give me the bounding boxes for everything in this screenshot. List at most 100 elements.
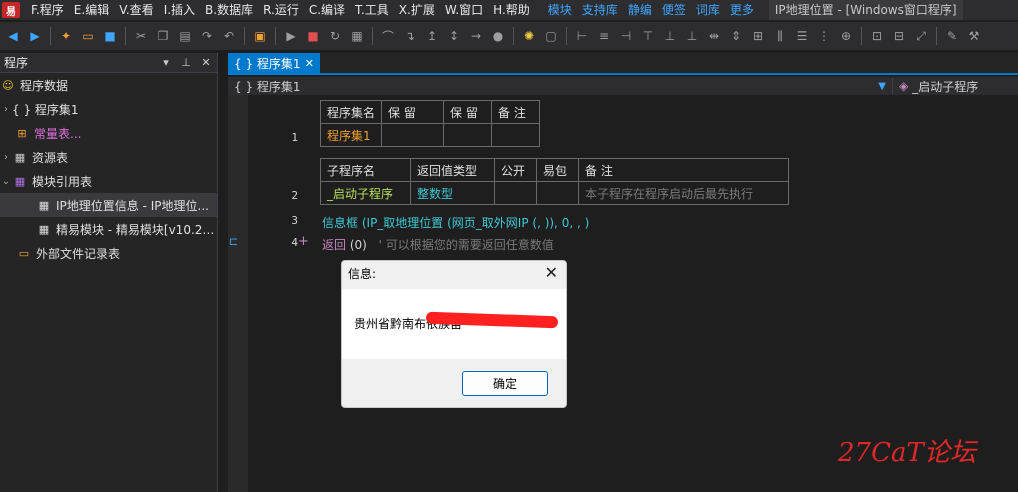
chevron-down-icon[interactable]: ▼ [878,81,886,92]
editor-tab-strip: { } 程序集1 ✕ [228,53,1018,75]
return-type-cell[interactable]: 整数型 [410,181,495,205]
menu-window[interactable]: W.窗口 [440,0,488,20]
tree-item-external-files[interactable]: ▭ 外部文件记录表 [0,241,217,265]
table-cell[interactable] [381,123,445,147]
chevron-down-icon[interactable]: ⌄ [0,176,12,187]
align-left-icon[interactable]: ⊢ [573,27,591,45]
browse-folder-icon[interactable]: ▣ [251,27,269,45]
menu-tools[interactable]: T.工具 [350,0,394,20]
line-number: 4 [291,236,298,249]
tools-icon[interactable]: ⚒ [965,27,983,45]
grid-icon[interactable]: ⊡ [868,27,886,45]
build-icon[interactable]: ▦ [348,27,366,45]
window-icon[interactable]: ▢ [542,27,560,45]
menu-compile[interactable]: C.编译 [304,0,350,20]
link-modules[interactable]: 模块 [543,0,577,20]
run-icon[interactable]: ▶ [282,27,300,45]
fullscreen-icon[interactable]: ⤢ [912,27,930,45]
menu-database[interactable]: B.数据库 [200,0,258,20]
tab-assembly[interactable]: { } 程序集1 ✕ [228,53,320,73]
chevron-right-icon[interactable]: › [0,152,12,163]
pin-icon[interactable]: ⊥ [179,56,193,69]
forward-icon[interactable]: ▶ [26,27,44,45]
link-more[interactable]: 更多 [725,0,759,20]
align-middle-icon[interactable]: ⊥ [661,27,679,45]
layout-icon[interactable]: ⊟ [890,27,908,45]
assembly-name-cell[interactable]: 程序集1 [319,123,383,147]
open-folder-icon[interactable]: ▭ [79,27,97,45]
redo-icon[interactable]: ↷ [198,27,216,45]
comment-cell[interactable]: 本子程序在程序启动后最先执行 [578,181,789,205]
same-width-icon[interactable]: ⇹ [705,27,723,45]
step-over-icon[interactable]: ⌒ [379,27,397,45]
align-top-icon[interactable]: ⊤ [639,27,657,45]
new-file-icon[interactable]: ✦ [57,27,75,45]
stop-icon[interactable]: ■ [304,27,322,45]
toolbar-divider [513,27,514,45]
step-into-icon[interactable]: ↴ [401,27,419,45]
menu-edit[interactable]: E.编辑 [69,0,114,20]
menu-extensions[interactable]: X.扩展 [394,0,440,20]
h-spacing-icon[interactable]: ⫼ [771,27,789,45]
link-lexicon[interactable]: 词库 [691,0,725,20]
arrow-right-icon[interactable]: → [467,27,485,45]
code-line-4[interactable]: 返回 (0) ' 可以根据您的需要返回任意数值 [322,236,554,253]
table-cell[interactable] [494,181,537,205]
tree-item-ip-module[interactable]: ▦ IP地理位置信息 - IP地理位... [0,193,217,217]
close-icon[interactable]: ✕ [305,57,314,70]
close-icon[interactable]: ✕ [199,56,213,69]
link-static-compile[interactable]: 静编 [623,0,657,20]
lightbulb-icon[interactable]: ✺ [520,27,538,45]
step-out-icon[interactable]: ↥ [423,27,441,45]
save-icon[interactable]: ■ [101,27,119,45]
subroutine-name-cell[interactable]: _启动子程序 [320,181,411,205]
tree-item-resources[interactable]: › ▦ 资源表 [0,145,217,169]
v-spacing-icon[interactable]: ☰ [793,27,811,45]
toolbar-divider [861,27,862,45]
run-to-cursor-icon[interactable]: ↕ [445,27,463,45]
align-bottom-icon[interactable]: ⊥ [683,27,701,45]
menu-help[interactable]: H.帮助 [488,0,535,20]
dialog-body: 贵州省黔南布依族苗 [342,289,566,359]
menu-run[interactable]: R.运行 [258,0,304,20]
table-header: 保 留 [443,100,493,124]
chevron-right-icon[interactable]: › [0,104,12,115]
code-line-3[interactable]: 信息框 (IP_取地理位置 (网页_取外网IP (, )), 0, , ) [322,214,589,231]
copy-icon[interactable]: ❐ [154,27,172,45]
same-size-icon[interactable]: ⊞ [749,27,767,45]
table-cell[interactable] [443,123,493,147]
tree-item-assembly[interactable]: › { } 程序集1 [0,97,217,121]
same-height-icon[interactable]: ⇕ [727,27,745,45]
ok-button[interactable]: 确定 [462,371,548,396]
restart-icon[interactable]: ↻ [326,27,344,45]
add-line-icon[interactable]: + [298,234,309,249]
nav-assembly-selector[interactable]: { } 程序集1 [234,78,878,95]
tree-item-program-data[interactable]: ☺ 程序数据 [0,73,217,97]
link-support-libs[interactable]: 支持库 [577,0,623,20]
table-header: 备 注 [578,158,789,182]
undo-icon[interactable]: ↶ [220,27,238,45]
breakpoint-icon[interactable]: ● [489,27,507,45]
distribute-icon[interactable]: ⋮ [815,27,833,45]
menu-view[interactable]: V.查看 [114,0,158,20]
center-icon[interactable]: ⊕ [837,27,855,45]
tree-item-constants[interactable]: ⊞ 常量表... [0,121,217,145]
link-notes[interactable]: 便签 [657,0,691,20]
panel-dropdown-icon[interactable]: ▾ [159,56,173,69]
nav-subroutine-selector[interactable]: ◈ _启动子程序 [892,77,1012,95]
align-center-icon[interactable]: ≡ [595,27,613,45]
tree-item-jingyi-module[interactable]: ▦ 精易模块 - 精易模块[v10.2.... [0,217,217,241]
menu-file[interactable]: F.程序 [26,0,69,20]
align-right-icon[interactable]: ⊣ [617,27,635,45]
watermark: 27CaT论坛 [838,438,976,468]
table-cell[interactable] [536,181,579,205]
close-icon[interactable]: ✕ [545,263,558,282]
toolbar-divider [125,27,126,45]
cut-icon[interactable]: ✂ [132,27,150,45]
brush-icon[interactable]: ✎ [943,27,961,45]
table-cell[interactable] [491,123,541,147]
paste-icon[interactable]: ▤ [176,27,194,45]
tree-item-module-refs[interactable]: ⌄ ▦ 模块引用表 [0,169,217,193]
menu-insert[interactable]: I.插入 [159,0,200,20]
back-icon[interactable]: ◀ [4,27,22,45]
